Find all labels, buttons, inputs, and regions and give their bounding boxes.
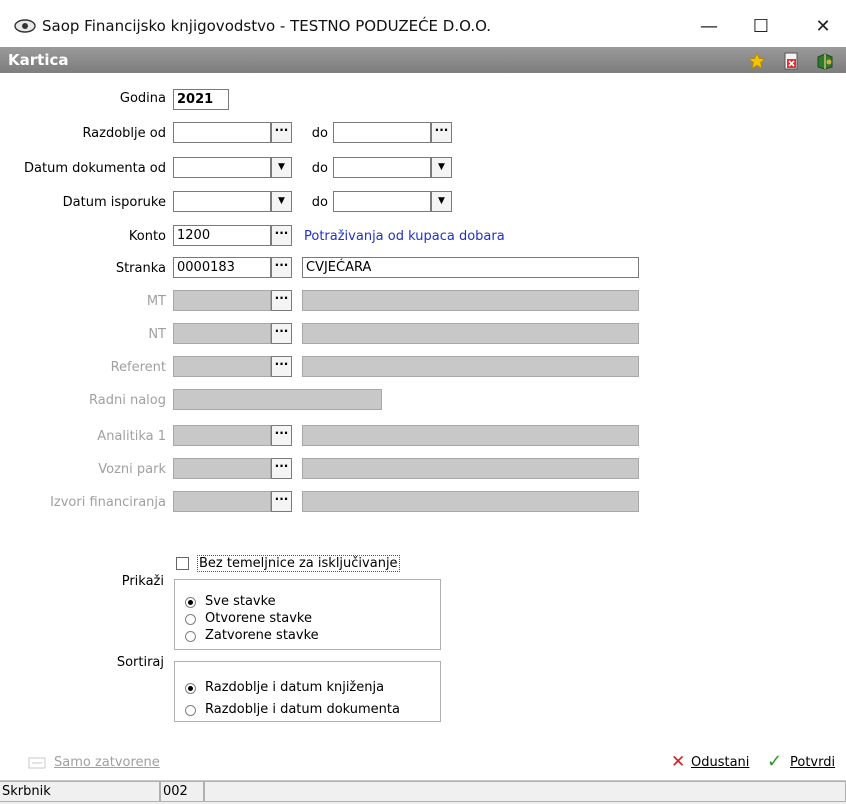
nt-label: NT [148,327,166,342]
konto-field[interactable]: 1200 [173,225,271,246]
datum-isporuke-do-dropdown-button[interactable]: ▼ [431,191,452,212]
sortiraj-datum-knjizenja-radio[interactable] [185,683,196,694]
mt-field[interactable] [173,290,271,311]
nt-name-field[interactable] [302,323,639,344]
prikazi-zatvorene-stavke-label: Zatvorene stavke [205,628,319,643]
prikazi-sve-stavke-label: Sve stavke [205,594,276,609]
datum-dokumenta-do-field[interactable] [333,157,431,178]
vozni-park-name-field[interactable] [302,458,639,479]
exit-book-icon[interactable] [816,52,834,70]
datum-dokumenta-label: Datum dokumenta od [24,161,166,176]
razdoblje-od-field[interactable] [173,122,271,143]
razdoblje-label: Razdoblje od [82,126,166,141]
datum-dokumenta-do-label: do [311,161,328,176]
razdoblje-od-lookup-button[interactable]: ··· [271,122,292,143]
razdoblje-do-label: do [311,126,328,141]
stranka-label: Stranka [115,261,166,276]
close-button[interactable]: ✕ [800,10,846,44]
bez-temeljnice-label: Bez temeljnice za isključivanje [197,555,400,572]
datum-isporuke-label: Datum isporuke [62,195,166,210]
datum-isporuke-od-dropdown-button[interactable]: ▼ [271,191,292,212]
radni-nalog-field[interactable] [173,389,382,410]
godina-field[interactable]: 2021 [173,89,229,110]
sortiraj-datum-knjizenja-label: Razdoblje i datum knjiženja [205,680,385,695]
confirm-button[interactable]: Potvrdi [790,755,835,770]
bez-temeljnice-checkbox[interactable] [176,557,189,570]
analitika1-label: Analitika 1 [97,429,166,444]
referent-field[interactable] [173,356,271,377]
konto-description: Potraživanja od kupaca dobara [304,229,505,244]
minimize-button[interactable]: — [686,10,732,44]
cancel-icon: ✕ [671,752,686,772]
cancel-button[interactable]: Odustani [691,755,749,770]
stranka-lookup-button[interactable]: ··· [271,257,292,278]
prikazi-label: Prikaži [121,574,164,589]
app-eye-icon [14,19,36,33]
status-skrbnik-code: 002 [160,781,204,802]
datum-dokumenta-od-field[interactable] [173,157,271,178]
analitika1-name-field[interactable] [302,425,639,446]
favorite-star-icon[interactable] [748,52,766,70]
window-title: Saop Financijsko knjigovodstvo - TESTNO … [42,17,492,35]
prikazi-otvorene-stavke-label: Otvorene stavke [205,611,312,626]
analitika1-field[interactable] [173,425,271,446]
datum-isporuke-od-field[interactable] [173,191,271,212]
status-skrbnik-label: Skrbnik [0,781,160,802]
vozni-park-lookup-button[interactable]: ··· [271,458,292,479]
razdoblje-do-lookup-button[interactable]: ··· [431,122,452,143]
header-band [0,47,846,73]
sortiraj-datum-dokumenta-radio[interactable] [185,705,196,716]
konto-label: Konto [128,229,166,244]
prikazi-otvorene-stavke-radio[interactable] [185,614,196,625]
razdoblje-do-field[interactable] [333,122,431,143]
izvori-financiranja-lookup-button[interactable]: ··· [271,491,292,512]
sortiraj-label: Sortiraj [116,655,164,670]
referent-label: Referent [110,360,166,375]
status-message-cell [204,781,846,802]
samo-zatvorene-icon [28,757,46,769]
konto-lookup-button[interactable]: ··· [271,225,292,246]
referent-name-field[interactable] [302,356,639,377]
godina-label: Godina [119,91,166,106]
izvori-financiranja-field[interactable] [173,491,271,512]
mt-name-field[interactable] [302,290,639,311]
vozni-park-field[interactable] [173,458,271,479]
confirm-icon: ✓ [767,751,783,772]
page-title: Kartica [8,51,69,69]
datum-dokumenta-do-dropdown-button[interactable]: ▼ [431,157,452,178]
stranka-field[interactable]: 0000183 [173,257,271,278]
prikazi-zatvorene-stavke-radio[interactable] [185,631,196,642]
nt-lookup-button[interactable]: ··· [271,323,292,344]
datum-isporuke-do-label: do [311,195,328,210]
delete-report-icon[interactable] [782,52,800,70]
referent-lookup-button[interactable]: ··· [271,356,292,377]
maximize-button[interactable]: ☐ [738,10,784,44]
nt-field[interactable] [173,323,271,344]
datum-isporuke-do-field[interactable] [333,191,431,212]
datum-dokumenta-od-dropdown-button[interactable]: ▼ [271,157,292,178]
mt-label: MT [146,294,166,309]
analitika1-lookup-button[interactable]: ··· [271,425,292,446]
mt-lookup-button[interactable]: ··· [271,290,292,311]
prikazi-sve-stavke-radio[interactable] [185,597,196,608]
sortiraj-datum-dokumenta-label: Razdoblje i datum dokumenta [205,702,400,717]
vozni-park-label: Vozni park [98,462,166,477]
stranka-name-field[interactable]: CVJEĆARA [302,257,639,278]
izvori-financiranja-label: Izvori financiranja [50,495,166,510]
radni-nalog-label: Radni nalog [89,393,166,408]
izvori-financiranja-name-field[interactable] [302,491,639,512]
samo-zatvorene-button[interactable]: Samo zatvorene [54,755,160,770]
